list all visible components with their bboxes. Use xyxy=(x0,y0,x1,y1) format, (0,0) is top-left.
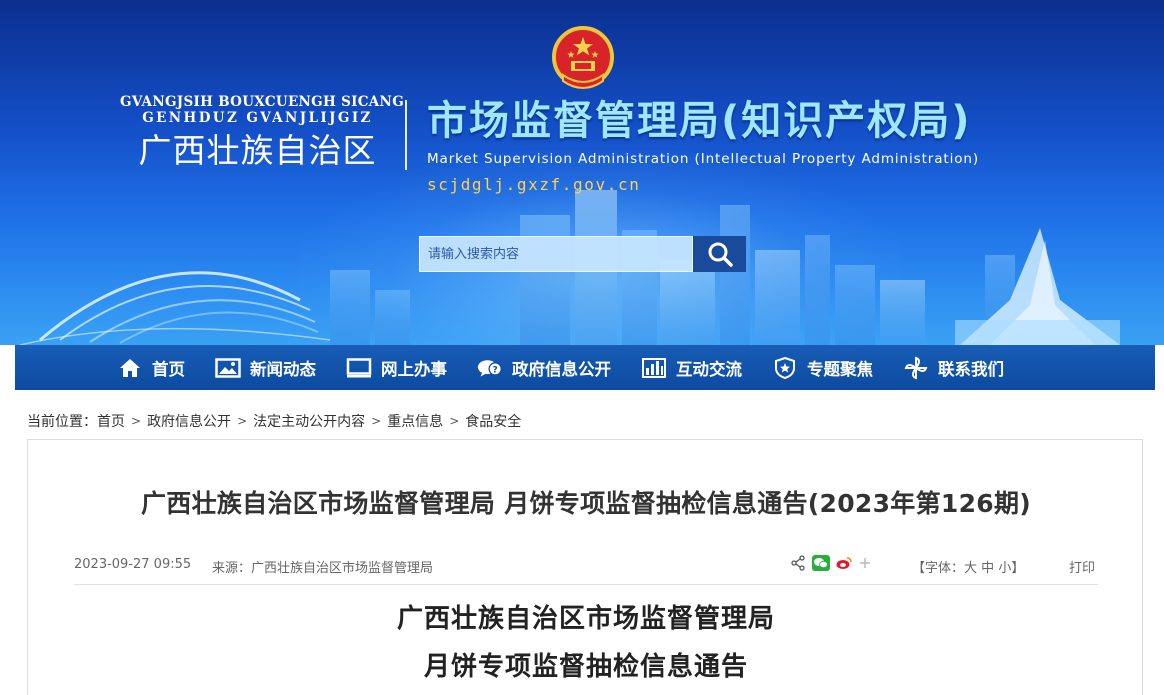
font-size-prefix: 【字体： xyxy=(912,561,965,576)
nav-label: 网上办事 xyxy=(381,359,447,379)
plus-icon[interactable] xyxy=(858,556,872,570)
nav-item-online-services[interactable]: 网上办事 xyxy=(346,345,447,390)
breadcrumb-link-statutory[interactable]: 法定主动公开内容 xyxy=(253,411,365,431)
nav-item-interaction[interactable]: 互动交流 xyxy=(641,345,742,390)
agency-english-name: Market Supervision Administration (Intel… xyxy=(427,151,980,167)
font-size-switcher: 【字体：大 中 小】 xyxy=(912,557,1024,576)
print-button[interactable]: 打印 xyxy=(1069,557,1095,576)
breadcrumb-link-gov-info[interactable]: 政府信息公开 xyxy=(147,411,231,431)
pinwheel-icon xyxy=(903,356,929,379)
share-icon[interactable] xyxy=(790,555,806,571)
nav-item-gov-info[interactable]: ? 政府信息公开 xyxy=(477,345,611,390)
agency-chinese-name: 市场监督管理局(知识产权局) xyxy=(427,98,972,144)
breadcrumb-separator-icon: > xyxy=(237,414,248,428)
publish-date: 2023-09-27 09:55 xyxy=(74,557,192,572)
region-zhuang-line1: GVANGJSIH BOUXCUENGH SICANG xyxy=(120,94,405,110)
nav-label: 专题聚焦 xyxy=(807,359,873,379)
nav-item-home[interactable]: 首页 xyxy=(117,345,185,390)
nav-item-news[interactable]: 新闻动态 xyxy=(215,345,316,390)
nav-label: 首页 xyxy=(152,359,185,379)
main-nav: 首页 新闻动态 网上办事 ? 政府信息公开 互动交流 专题聚焦 联系我们 xyxy=(15,345,1155,390)
home-icon xyxy=(117,357,143,379)
meta-divider xyxy=(74,584,1098,585)
document-heading-line1: 广西壮族自治区市场监督管理局 xyxy=(396,604,775,634)
breadcrumb-separator-icon: > xyxy=(371,414,382,428)
font-size-suffix: 】 xyxy=(1011,561,1025,576)
article-source: 来源：广西壮族自治区市场监督管理局 xyxy=(212,557,433,576)
search-icon xyxy=(708,242,733,267)
weibo-icon[interactable] xyxy=(836,556,852,570)
share-tools xyxy=(790,555,872,571)
nav-label: 联系我们 xyxy=(938,359,1004,379)
source-label: 来源： xyxy=(212,561,252,576)
region-chinese-name: 广西壮族自治区 xyxy=(138,131,377,170)
site-domain: scjdglj.gxzf.gov.cn xyxy=(427,175,641,194)
nav-label: 政府信息公开 xyxy=(512,359,611,379)
svg-text:?: ? xyxy=(493,365,498,375)
region-zhuang-line2: GENHDUZ GVANJLIJGIZ xyxy=(142,110,373,126)
font-size-medium[interactable]: 中 xyxy=(981,561,994,576)
image-icon xyxy=(215,357,241,379)
font-size-large[interactable]: 大 xyxy=(964,561,977,576)
article-title: 广西壮族自治区市场监督管理局 月饼专项监督抽检信息通告(2023年第126期) xyxy=(140,489,1032,518)
breadcrumb-link-key-info[interactable]: 重点信息 xyxy=(387,411,443,431)
search-input[interactable] xyxy=(419,236,693,272)
national-emblem-icon xyxy=(552,26,614,89)
wechat-icon[interactable] xyxy=(812,555,830,571)
article-meta-bar: 2023-09-27 09:55 来源：广西壮族自治区市场监督管理局 【字体：大… xyxy=(74,555,1098,579)
header-banner: GVANGJSIH BOUXCUENGH SICANG GENHDUZ GVAN… xyxy=(0,0,1164,345)
breadcrumb-separator-icon: > xyxy=(449,414,460,428)
breadcrumb-separator-icon: > xyxy=(131,414,142,428)
breadcrumb-link-home[interactable]: 首页 xyxy=(97,411,125,431)
document-heading-line2: 月饼专项监督抽检信息通告 xyxy=(423,652,748,682)
agency-name-block: 市场监督管理局(知识产权局) Market Supervision Admini… xyxy=(427,95,1067,196)
nav-item-contact[interactable]: 联系我们 xyxy=(903,345,1004,390)
nav-label: 互动交流 xyxy=(676,359,742,379)
article-card: 广西壮族自治区市场监督管理局 月饼专项监督抽检信息通告(2023年第126期) … xyxy=(27,439,1143,695)
breadcrumb-link-food-safety[interactable]: 食品安全 xyxy=(465,411,521,431)
chat-icon: ? xyxy=(477,357,503,379)
header-divider xyxy=(405,100,407,170)
nav-label: 新闻动态 xyxy=(250,359,316,379)
breadcrumb-prefix: 当前位置： xyxy=(27,414,97,430)
search-button[interactable] xyxy=(693,236,746,272)
breadcrumb: 当前位置： 首页 > 政府信息公开 > 法定主动公开内容 > 重点信息 > 食品… xyxy=(27,410,521,432)
region-name-block: GVANGJSIH BOUXCUENGH SICANG GENHDUZ GVAN… xyxy=(120,94,405,172)
nav-item-topics[interactable]: 专题聚焦 xyxy=(772,345,873,390)
font-size-small[interactable]: 小 xyxy=(998,561,1011,576)
bar-chart-icon xyxy=(641,357,667,379)
source-value: 广西壮族自治区市场监督管理局 xyxy=(251,561,434,576)
shield-icon xyxy=(772,356,798,379)
monitor-icon xyxy=(346,357,372,379)
